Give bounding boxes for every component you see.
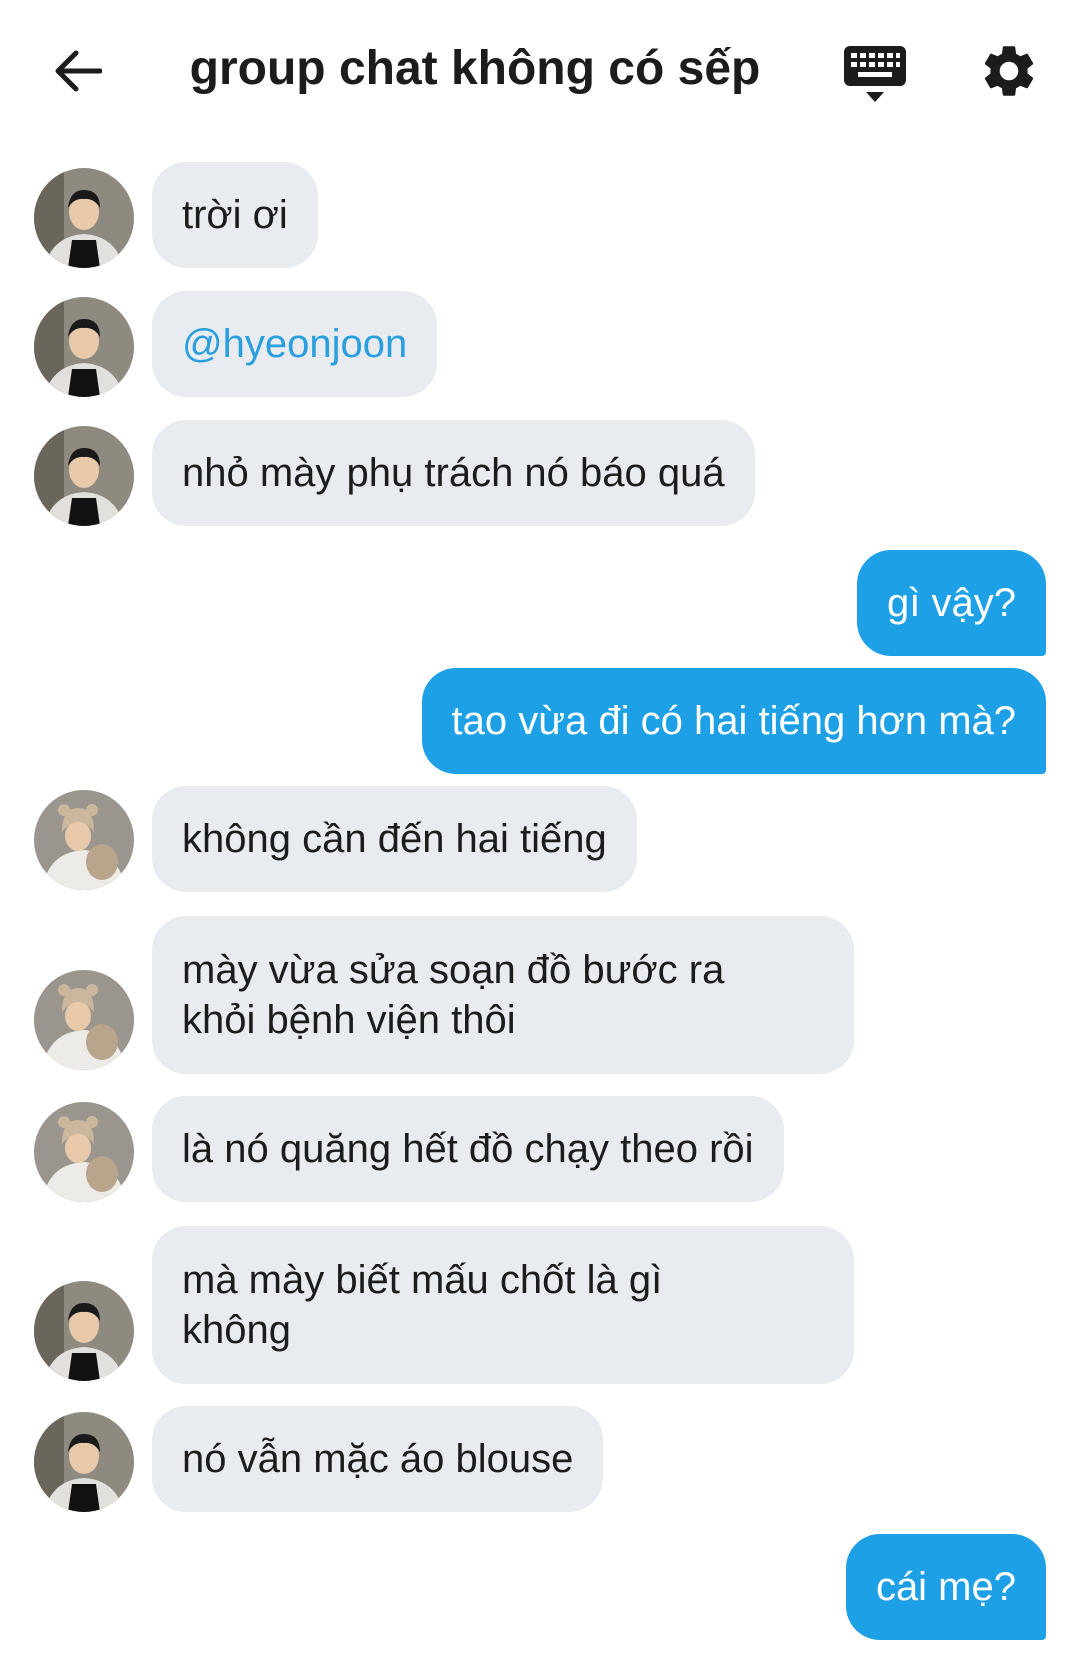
arrow-left-icon — [55, 50, 102, 92]
keyboard-icon — [844, 46, 906, 102]
user-photo — [34, 297, 134, 397]
avatar[interactable] — [34, 297, 134, 397]
message-bubble[interactable]: nó vẫn mặc áo blouse — [152, 1406, 604, 1512]
user-photo — [34, 970, 134, 1070]
settings-button[interactable] — [978, 40, 1040, 102]
message-bubble[interactable]: mà mày biết mấu chốt là gì không — [152, 1226, 854, 1384]
user-photo — [34, 1102, 134, 1202]
message-bubble[interactable]: là nó quăng hết đồ chạy theo rồi — [152, 1096, 784, 1202]
outgoing-message-bubble[interactable]: tao vừa đi có hai tiếng hơn mà? — [421, 668, 1046, 774]
message-bubble[interactable]: không cần đến hai tiếng — [152, 786, 637, 892]
user-photo — [34, 1281, 134, 1381]
outgoing-message-bubble[interactable]: gì vậy? — [857, 550, 1046, 656]
back-button[interactable] — [48, 38, 108, 104]
message-bubble[interactable]: nhỏ mày phụ trách nó báo quá — [152, 420, 755, 526]
outgoing-message-bubble[interactable]: cái mẹ? — [845, 1534, 1046, 1640]
avatar[interactable] — [34, 790, 134, 890]
chat-header: group chat không có sếp — [0, 0, 1080, 140]
avatar[interactable] — [34, 1102, 134, 1202]
avatar[interactable] — [34, 1412, 134, 1512]
message-bubble[interactable]: mày vừa sửa soạn đồ bước ra khỏi bệnh vi… — [152, 916, 854, 1074]
user-photo — [34, 1412, 134, 1512]
message-bubble[interactable]: trời ơi — [152, 162, 318, 268]
mention-bubble[interactable]: @hyeonjoon — [152, 291, 438, 397]
user-photo — [34, 790, 134, 890]
avatar[interactable] — [34, 168, 134, 268]
chat-title: group chat không có sếp — [189, 42, 761, 95]
avatar[interactable] — [34, 1281, 134, 1381]
avatar[interactable] — [34, 970, 134, 1070]
user-photo — [34, 168, 134, 268]
keyboard-button[interactable] — [842, 44, 908, 104]
avatar[interactable] — [34, 426, 134, 526]
user-photo — [34, 426, 134, 526]
gear-icon — [984, 46, 1034, 96]
